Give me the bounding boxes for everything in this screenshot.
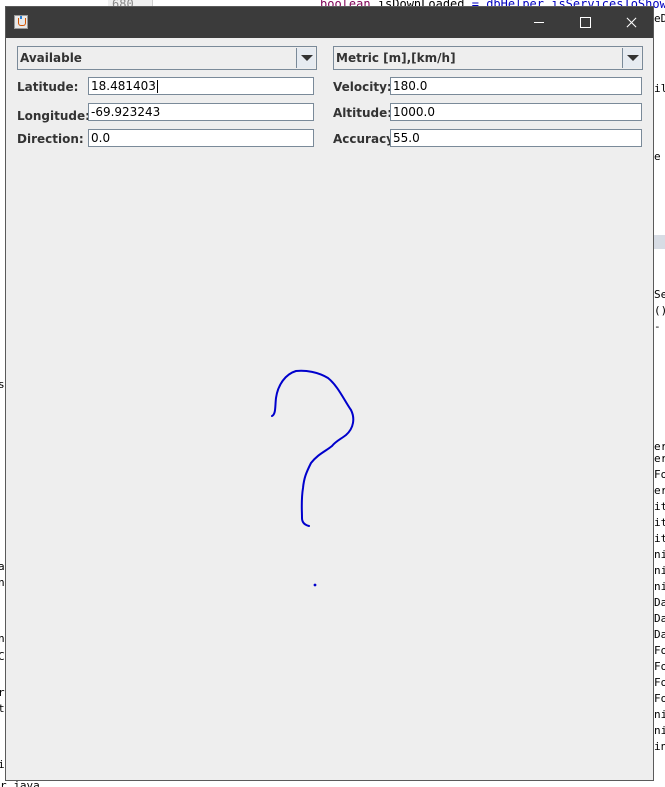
latitude-value: 18.481403 [91,79,156,93]
java-app-icon[interactable] [14,15,28,29]
status-combo-value: Available [20,51,82,65]
ide-fragment: t [0,702,5,715]
direction-value: 0.0 [91,131,111,145]
ide-fragment: n [0,576,5,589]
velocity-value: 180.0 [393,79,428,93]
ide-fragment: Fo [654,468,665,481]
velocity-field[interactable]: 180.0 [390,77,642,95]
altitude-field[interactable]: 1000.0 [390,103,642,121]
ide-fragment: Da [654,612,665,625]
ide-fragment: eD [654,12,665,25]
ide-highlight-bar [654,235,665,249]
ide-fragment: n [0,632,5,645]
ide-fragment: er [654,484,665,497]
accuracy-value: 55.0 [393,131,420,145]
ide-fragment: ni [654,580,665,593]
ide-fragment: r [0,686,5,699]
direction-field[interactable]: 0.0 [88,129,314,147]
ide-fragment: Da [654,628,665,641]
ide-fragment: in [654,740,665,753]
altitude-value: 1000.0 [393,105,435,119]
ide-fragment: ni [654,724,665,737]
maximize-button[interactable] [562,7,608,38]
units-combo[interactable]: Metric [m],[km/h] [333,46,643,70]
ide-fragment: - [654,320,661,333]
ide-fragment: s [0,378,5,391]
accuracy-label: Accuracy: [333,132,399,146]
title-bar[interactable] [6,7,653,38]
ide-fragment: it [654,500,665,513]
ide-fragment: a [0,560,5,573]
longitude-field[interactable]: -69.923243 [88,103,314,121]
ide-fragment: it [654,532,665,545]
chevron-down-icon[interactable] [296,48,315,68]
velocity-label: Velocity: [333,80,392,94]
ide-fragment: ni [654,708,665,721]
units-combo-value: Metric [m],[km/h] [336,51,456,65]
drawing-canvas[interactable] [6,148,653,778]
ide-fragment: er [654,452,665,465]
ide-fragment: Fo [654,676,665,689]
minimize-button[interactable] [516,7,562,38]
latitude-field[interactable]: 18.481403 [88,77,314,95]
text-caret [156,80,158,93]
drawing-svg [271,369,355,587]
ide-fragment: Fo [654,660,665,673]
ide-fragment: e [654,150,661,163]
question-mark-dot [313,583,317,587]
ide-fragment: ni [654,548,665,561]
ide-fragment: ni [654,564,665,577]
ide-fragment: il [654,82,665,95]
ide-fragment: () [654,304,665,317]
window-content: Available Metric [m],[km/h] Latitude: 18… [6,38,653,780]
ide-fragment: Da [654,596,665,609]
ide-fragment: Se [654,288,665,301]
ide-fragment: it [654,516,665,529]
longitude-label: Longitude: [17,109,90,123]
ide-fragment: Fo [654,644,665,657]
chevron-down-icon[interactable] [622,48,641,68]
direction-label: Direction: [17,132,84,146]
ide-fragment: C [0,650,5,663]
ide-right-panel: eD il e Se () - er er Fo er it it it ni … [654,0,665,787]
latitude-label: Latitude: [17,80,79,94]
app-window: Available Metric [m],[km/h] Latitude: 18… [5,6,654,781]
status-combo[interactable]: Available [17,46,317,70]
accuracy-field[interactable]: 55.0 [390,129,642,147]
ide-fragment: i [0,758,5,771]
longitude-value: -69.923243 [91,105,161,119]
question-mark-stroke [271,369,355,527]
altitude-label: Altitude: [333,106,393,120]
close-button[interactable] [608,7,654,38]
ide-fragment: Fo [654,692,665,705]
